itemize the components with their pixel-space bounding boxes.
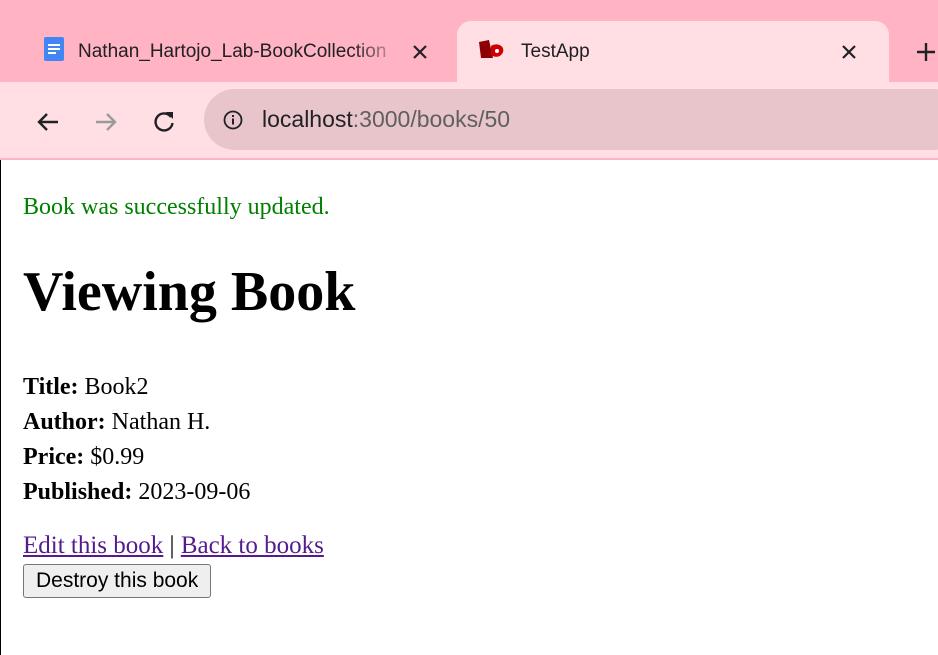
book-author-row: Author: Nathan H. (23, 405, 250, 440)
page-viewport: Book was successfully updated. Viewing B… (0, 160, 938, 655)
page-title: Viewing Book (23, 261, 356, 323)
author-label: Author: (23, 409, 106, 435)
book-details: Title: Book2 Author: Nathan H. Price: $0… (23, 370, 250, 510)
book-published-row: Published: 2023-09-06 (23, 475, 250, 510)
edit-book-link[interactable]: Edit this book (23, 532, 163, 559)
docs-icon (44, 36, 64, 67)
tab-book-collection[interactable]: Nathan_Hartojo_Lab-BookCollection (30, 21, 456, 82)
book-author: Nathan H. (111, 409, 211, 435)
back-arrow-icon[interactable] (28, 102, 68, 142)
url-host: localhost (262, 106, 353, 132)
close-icon[interactable] (406, 38, 434, 66)
app-favicon (477, 38, 507, 66)
book-published: 2023-09-06 (138, 479, 251, 505)
url-path: :3000/books/50 (352, 106, 511, 132)
toolbar: localhost:3000/books/50 (0, 82, 938, 158)
new-tab-icon[interactable] (912, 38, 938, 66)
info-icon[interactable] (220, 107, 246, 133)
book-title-row: Title: Book2 (23, 370, 250, 405)
flash-notice: Book was successfully updated. (23, 194, 330, 220)
title-label: Title: (23, 374, 79, 400)
link-separator: | (169, 532, 175, 559)
address-bar[interactable]: localhost:3000/books/50 (204, 89, 938, 150)
action-links: Edit this book | Back to books (23, 532, 324, 560)
url-text: localhost:3000/books/50 (262, 106, 510, 133)
price-label: Price: (23, 444, 85, 470)
tab-strip: Nathan_Hartojo_Lab-BookCollection TestAp… (0, 0, 938, 82)
tab-title: TestApp (521, 40, 590, 62)
published-label: Published: (23, 479, 133, 505)
book-price-row: Price: $0.99 (23, 440, 250, 475)
browser-chrome: Nathan_Hartojo_Lab-BookCollection TestAp… (0, 0, 938, 160)
close-icon[interactable] (835, 38, 863, 66)
book-price: $0.99 (90, 444, 145, 470)
tab-testapp[interactable]: TestApp (457, 21, 889, 82)
forward-arrow-icon[interactable] (86, 102, 126, 142)
destroy-book-button[interactable]: Destroy this book (23, 564, 212, 598)
reload-icon[interactable] (144, 102, 184, 142)
back-to-books-link[interactable]: Back to books (181, 532, 324, 559)
book-title: Book2 (84, 374, 149, 400)
tab-title: Nathan_Hartojo_Lab-BookCollection (78, 40, 387, 62)
